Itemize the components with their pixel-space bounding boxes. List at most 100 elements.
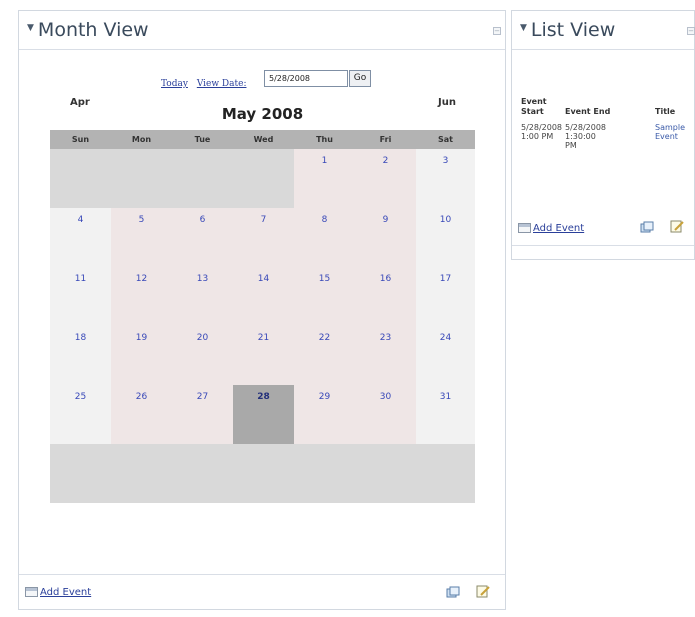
- row-event-start: 5/28/2008 1:00 PM: [521, 123, 563, 141]
- calendar-empty-cell: [355, 444, 416, 503]
- calendar-day-cell[interactable]: 26: [111, 385, 172, 444]
- minimize-icon[interactable]: −: [687, 27, 695, 35]
- calendar-day-cell[interactable]: 24: [416, 326, 475, 385]
- month-add-event-link[interactable]: Add Event: [40, 587, 91, 598]
- day-number-link[interactable]: 29: [294, 392, 355, 402]
- list-footer-divider: [512, 245, 694, 246]
- month-view-title[interactable]: ▼ Month View: [27, 19, 149, 41]
- edit-icon[interactable]: [476, 585, 490, 598]
- day-number-link[interactable]: 1: [294, 156, 355, 166]
- calendar-day-cell[interactable]: 17: [416, 267, 475, 326]
- list-add-event-link[interactable]: Add Event: [533, 223, 584, 234]
- calendar-day-cell[interactable]: 15: [294, 267, 355, 326]
- go-button[interactable]: Go: [349, 70, 371, 87]
- day-number-link[interactable]: 10: [416, 215, 475, 225]
- add-event-icon[interactable]: [25, 587, 38, 597]
- day-number-link[interactable]: 23: [355, 333, 416, 343]
- day-number-link[interactable]: 21: [233, 333, 294, 343]
- calendar-day-cell[interactable]: 18: [50, 326, 111, 385]
- day-number-link[interactable]: 4: [50, 215, 111, 225]
- calendar-day-cell[interactable]: 12: [111, 267, 172, 326]
- month-view-panel: ▼Month View − Today View Date: Go Apr Ma…: [18, 10, 506, 610]
- calendar-title: May 2008: [221, 105, 304, 123]
- calendar-day-cell[interactable]: 22: [294, 326, 355, 385]
- calendar-day-cell[interactable]: 8: [294, 208, 355, 267]
- day-number-link[interactable]: 3: [416, 156, 475, 166]
- calendar-day-cell[interactable]: 5: [111, 208, 172, 267]
- calendar-day-cell[interactable]: 6: [172, 208, 233, 267]
- day-number-link[interactable]: 13: [172, 274, 233, 284]
- day-number-link[interactable]: 31: [416, 392, 475, 402]
- calendar-day-cell[interactable]: 31: [416, 385, 475, 444]
- calendar-day-cell[interactable]: 21: [233, 326, 294, 385]
- day-of-week-header: Wed: [253, 135, 274, 144]
- day-number-link[interactable]: 5: [111, 215, 172, 225]
- calendar-day-cell[interactable]: 30: [355, 385, 416, 444]
- calendar-day-cell[interactable]: 25: [50, 385, 111, 444]
- calendar-empty-cell: [172, 149, 233, 208]
- day-number-link[interactable]: 18: [50, 333, 111, 343]
- calendar-day-cell[interactable]: 11: [50, 267, 111, 326]
- calendar-day-cell[interactable]: 16: [355, 267, 416, 326]
- day-number-link[interactable]: 14: [233, 274, 294, 284]
- day-number-link[interactable]: 27: [172, 392, 233, 402]
- list-view-header: ▼ List View −: [512, 11, 695, 50]
- calendar-day-cell[interactable]: 28: [233, 385, 294, 444]
- month-view-title-text: Month View: [37, 19, 149, 41]
- day-number-link[interactable]: 12: [111, 274, 172, 284]
- refresh-icon[interactable]: [640, 221, 654, 234]
- day-number-link[interactable]: 25: [50, 392, 111, 402]
- calendar-empty-cell: [233, 149, 294, 208]
- day-number-link[interactable]: 6: [172, 215, 233, 225]
- next-month-link[interactable]: Jun: [438, 97, 456, 108]
- month-footer-divider: [19, 574, 505, 575]
- view-date-input[interactable]: [264, 70, 348, 87]
- day-number-link[interactable]: 28: [233, 392, 294, 402]
- calendar-day-cell[interactable]: 29: [294, 385, 355, 444]
- edit-icon[interactable]: [670, 220, 684, 233]
- day-number-link[interactable]: 8: [294, 215, 355, 225]
- day-of-week-header: Sat: [438, 135, 453, 144]
- day-number-link[interactable]: 11: [50, 274, 111, 284]
- day-number-link[interactable]: 30: [355, 392, 416, 402]
- calendar-day-cell[interactable]: 4: [50, 208, 111, 267]
- minimize-icon[interactable]: −: [493, 27, 501, 35]
- today-link[interactable]: Today: [161, 79, 188, 89]
- row-title-link[interactable]: Sample Event: [655, 123, 695, 141]
- calendar-day-cell[interactable]: 3: [416, 149, 475, 208]
- day-number-link[interactable]: 22: [294, 333, 355, 343]
- day-of-week-header: Fri: [379, 135, 392, 144]
- list-view-title-text: List View: [530, 19, 616, 41]
- calendar-day-cell[interactable]: 2: [355, 149, 416, 208]
- calendar-day-cell[interactable]: 7: [233, 208, 294, 267]
- calendar-day-cell[interactable]: 13: [172, 267, 233, 326]
- day-of-week-header: Sun: [71, 135, 90, 144]
- day-number-link[interactable]: 15: [294, 274, 355, 284]
- calendar-day-cell[interactable]: 27: [172, 385, 233, 444]
- day-number-link[interactable]: 2: [355, 156, 416, 166]
- month-view-header: ▼ Month View −: [19, 11, 505, 50]
- list-view-title[interactable]: ▼ List View: [520, 19, 615, 41]
- triangle-down-icon[interactable]: ▼: [27, 23, 34, 33]
- calendar-day-cell[interactable]: 23: [355, 326, 416, 385]
- day-number-link[interactable]: 24: [416, 333, 475, 343]
- day-number-link[interactable]: 9: [355, 215, 416, 225]
- calendar-day-cell[interactable]: 20: [172, 326, 233, 385]
- day-number-link[interactable]: 26: [111, 392, 172, 402]
- calendar-day-cell[interactable]: 1: [294, 149, 355, 208]
- col-title: Title: [655, 107, 676, 116]
- triangle-down-icon[interactable]: ▼: [520, 23, 527, 33]
- day-number-link[interactable]: 17: [416, 274, 475, 284]
- calendar-day-cell[interactable]: 19: [111, 326, 172, 385]
- day-number-link[interactable]: 16: [355, 274, 416, 284]
- calendar-day-cell[interactable]: 10: [416, 208, 475, 267]
- day-number-link[interactable]: 19: [111, 333, 172, 343]
- add-event-icon[interactable]: [518, 223, 531, 233]
- calendar-day-cell[interactable]: 14: [233, 267, 294, 326]
- view-date-link[interactable]: View Date:: [197, 79, 247, 89]
- refresh-icon[interactable]: [446, 586, 460, 599]
- day-number-link[interactable]: 20: [172, 333, 233, 343]
- calendar-day-cell[interactable]: 9: [355, 208, 416, 267]
- days-of-week-row: Sun Mon Tue Wed Thu Fri Sat: [50, 130, 475, 149]
- day-number-link[interactable]: 7: [233, 215, 294, 225]
